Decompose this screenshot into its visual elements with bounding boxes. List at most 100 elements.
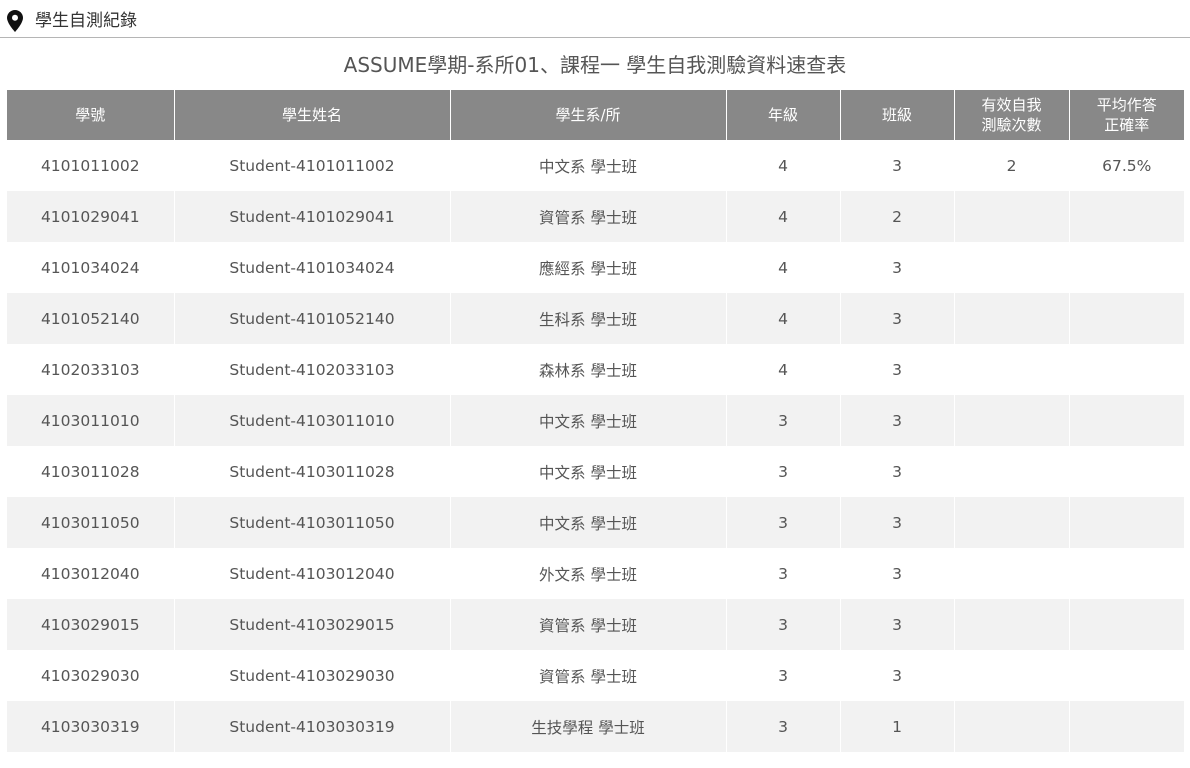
cell-avg-accuracy [1069,446,1184,497]
cell-student-name: Student-4103030319 [174,701,451,752]
cell-class: 3 [840,293,955,344]
cell-class: 1 [840,701,955,752]
cell-test-count [954,497,1070,548]
table-row: 4103030319 Student-4103030319 生技學程 學士班 3 1 [7,701,1184,752]
cell-student-id: 4101029041 [7,191,175,242]
cell-grade: 3 [726,650,841,701]
cell-class: 2 [840,191,955,242]
cell-student-id: 4101034024 [7,242,175,293]
cell-student-name: Student-4103011028 [174,446,451,497]
cell-grade: 4 [726,140,841,191]
breadcrumb: 學生自測紀錄 [0,0,1190,38]
cell-test-count [954,701,1070,752]
table-row: 4101011002 Student-4101011002 中文系 學士班 4 3 2 67… [7,140,1184,191]
cell-student-id: 4103011028 [7,446,175,497]
cell-student-id: 4101011002 [7,140,175,191]
cell-student-id: 4103029030 [7,650,175,701]
cell-class: 3 [840,446,955,497]
cell-test-count [954,344,1070,395]
col-header-student-name: 學生姓名 [174,90,451,140]
col-header-student-id: 學號 [7,90,175,140]
cell-avg-accuracy [1069,599,1184,650]
cell-grade: 4 [726,242,841,293]
cell-department: 中文系 學士班 [450,395,727,446]
cell-avg-accuracy [1069,191,1184,242]
cell-test-count [954,446,1070,497]
cell-student-name: Student-4103012040 [174,548,451,599]
cell-grade: 3 [726,446,841,497]
table-row: 4103011050 Student-4103011050 中文系 學士班 3 3 [7,497,1184,548]
cell-test-count [954,548,1070,599]
cell-class: 3 [840,395,955,446]
cell-student-name: Student-4101052140 [174,293,451,344]
cell-student-name: Student-4103011010 [174,395,451,446]
cell-grade: 4 [726,191,841,242]
cell-department: 資管系 學士班 [450,650,727,701]
cell-avg-accuracy: 67.5% [1069,140,1184,191]
cell-grade: 3 [726,599,841,650]
cell-student-id: 4103012040 [7,548,175,599]
cell-department: 中文系 學士班 [450,446,727,497]
table-row: 4103029030 Student-4103029030 資管系 學士班 3 3 [7,650,1184,701]
cell-avg-accuracy [1069,650,1184,701]
table-row: 4103012040 Student-4103012040 外文系 學士班 3 3 [7,548,1184,599]
cell-student-name: Student-4103011050 [174,497,451,548]
header-row: 學號 學生姓名 學生系/所 年級 班級 有效自我 測驗次數 平均作答 正確率 [7,90,1184,140]
cell-department: 外文系 學士班 [450,548,727,599]
breadcrumb-label: 學生自測紀錄 [35,11,137,31]
cell-department: 資管系 學士班 [450,191,727,242]
col-header-class: 班級 [840,90,955,140]
table-body: 4101011002 Student-4101011002 中文系 學士班 4 3 2 67… [7,140,1184,752]
table-row: 4103011028 Student-4103011028 中文系 學士班 3 3 [7,446,1184,497]
cell-department: 生技學程 學士班 [450,701,727,752]
cell-student-name: Student-4101011002 [174,140,451,191]
cell-student-id: 4103030319 [7,701,175,752]
cell-class: 3 [840,344,955,395]
cell-test-count [954,242,1070,293]
cell-student-name: Student-4101034024 [174,242,451,293]
cell-grade: 4 [726,293,841,344]
cell-student-id: 4103011050 [7,497,175,548]
cell-grade: 4 [726,344,841,395]
cell-department: 生科系 學士班 [450,293,727,344]
student-table: 學號 學生姓名 學生系/所 年級 班級 有效自我 測驗次數 平均作答 正確率 410101100… [7,90,1184,752]
cell-class: 3 [840,548,955,599]
cell-avg-accuracy [1069,497,1184,548]
cell-avg-accuracy [1069,242,1184,293]
cell-grade: 3 [726,497,841,548]
cell-grade: 3 [726,701,841,752]
col-header-test-count: 有效自我 測驗次數 [954,90,1070,140]
cell-class: 3 [840,497,955,548]
cell-avg-accuracy [1069,701,1184,752]
table-row: 4103029015 Student-4103029015 資管系 學士班 3 3 [7,599,1184,650]
col-header-avg-accuracy: 平均作答 正確率 [1069,90,1184,140]
cell-class: 3 [840,650,955,701]
col-header-grade: 年級 [726,90,841,140]
cell-class: 3 [840,599,955,650]
table-row: 4101034024 Student-4101034024 應經系 學士班 4 3 [7,242,1184,293]
cell-student-name: Student-4103029030 [174,650,451,701]
page-title: ASSUME學期-系所01、課程一 學生自我測驗資料速查表 [343,53,847,77]
cell-class: 3 [840,140,955,191]
cell-student-id: 4103011010 [7,395,175,446]
cell-student-id: 4103029015 [7,599,175,650]
cell-student-name: Student-4103029015 [174,599,451,650]
cell-test-count [954,293,1070,344]
table-row: 4101052140 Student-4101052140 生科系 學士班 4 3 [7,293,1184,344]
cell-department: 應經系 學士班 [450,242,727,293]
cell-department: 中文系 學士班 [450,497,727,548]
table-row: 4103011010 Student-4103011010 中文系 學士班 3 3 [7,395,1184,446]
cell-department: 資管系 學士班 [450,599,727,650]
table-row: 4102033103 Student-4102033103 森林系 學士班 4 3 [7,344,1184,395]
cell-avg-accuracy [1069,293,1184,344]
map-pin-icon [7,10,23,32]
cell-department: 中文系 學士班 [450,140,727,191]
cell-test-count [954,191,1070,242]
cell-avg-accuracy [1069,548,1184,599]
cell-class: 3 [840,242,955,293]
cell-grade: 3 [726,548,841,599]
cell-student-name: Student-4102033103 [174,344,451,395]
cell-test-count [954,395,1070,446]
cell-test-count: 2 [954,140,1070,191]
table-row: 4101029041 Student-4101029041 資管系 學士班 4 2 [7,191,1184,242]
